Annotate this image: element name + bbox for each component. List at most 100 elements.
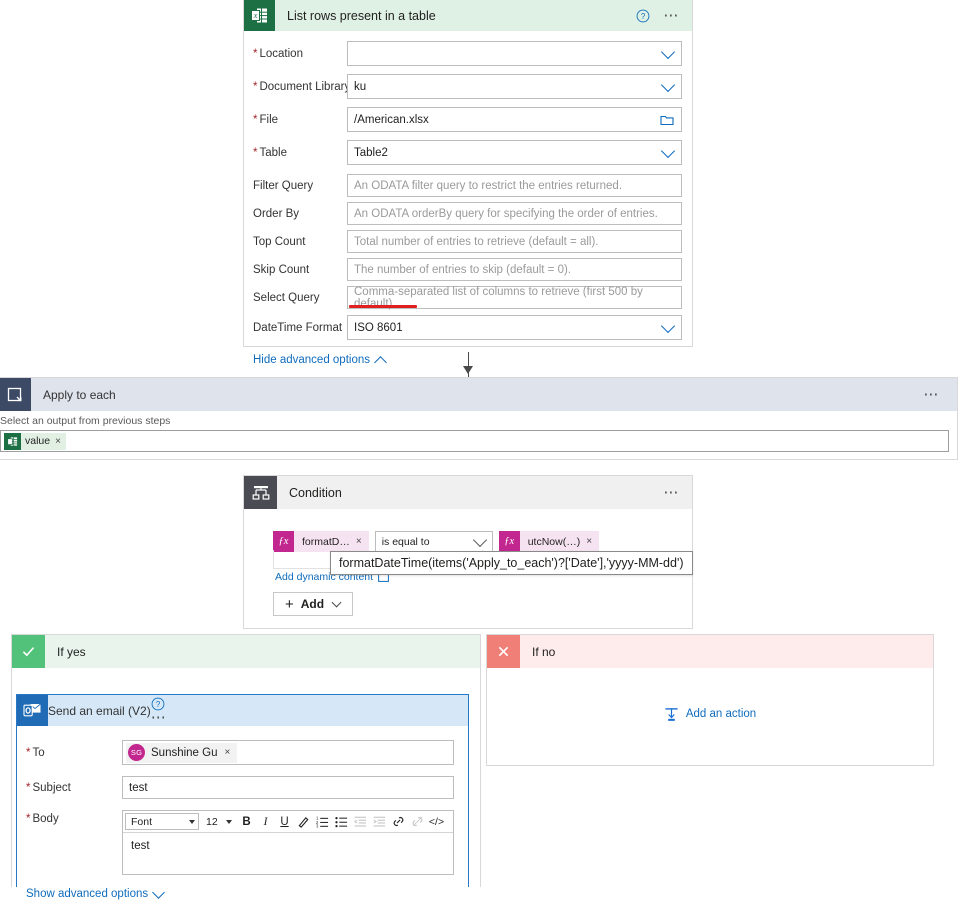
- condition-right-operand-token[interactable]: ƒx utcNow(…) ×: [498, 531, 600, 552]
- if-no-branch: If no Add an action: [486, 634, 934, 766]
- apply-to-each-title: Apply to each: [43, 387, 116, 402]
- condition-card-header[interactable]: Condition ⋯: [244, 476, 692, 509]
- token-label: value: [25, 435, 51, 447]
- add-an-action-label: Add an action: [685, 708, 757, 720]
- condition-operator-dropdown[interactable]: is equal to: [374, 531, 493, 552]
- code-view-icon[interactable]: </>: [427, 812, 446, 831]
- expression-tooltip: formatDateTime(items('Apply_to_each')?['…: [330, 551, 693, 575]
- filter-query-input[interactable]: An ODATA filter query to restrict the en…: [347, 174, 682, 197]
- bold-icon[interactable]: B: [237, 812, 256, 831]
- svg-text:?: ?: [156, 699, 161, 708]
- body-rich-text-editor[interactable]: Font 12 B I U 1 2 3 </> test: [122, 810, 454, 875]
- document-library-dropdown[interactable]: ku: [347, 74, 682, 99]
- chevron-down-icon: [331, 597, 342, 607]
- loop-icon: [0, 378, 31, 411]
- document-library-value: ku: [354, 80, 367, 93]
- to-recipients-input[interactable]: SG Sunshine Gu ×: [122, 740, 454, 765]
- file-input[interactable]: /American.xlsx: [347, 107, 682, 132]
- cross-icon: [487, 635, 520, 668]
- if-yes-header: If yes: [12, 635, 480, 668]
- check-icon: [12, 635, 45, 668]
- indent-icon: [370, 812, 389, 831]
- add-action-icon: [665, 707, 678, 721]
- apply-to-each-input[interactable]: value ×: [0, 430, 949, 452]
- expression-fx-icon: ƒx: [498, 531, 520, 552]
- remove-token-icon[interactable]: ×: [356, 536, 369, 547]
- field-label-skip-count: Skip Count: [253, 263, 310, 276]
- field-label-file: * File: [253, 113, 279, 126]
- unlink-icon: [408, 812, 427, 831]
- plus-icon: +: [285, 595, 294, 613]
- bulleted-list-icon[interactable]: [332, 812, 351, 831]
- show-advanced-options-link[interactable]: Show advanced options: [26, 885, 468, 900]
- more-options-icon[interactable]: ⋯: [663, 8, 680, 23]
- add-condition-button[interactable]: + Add: [273, 592, 353, 616]
- location-dropdown[interactable]: [347, 41, 682, 66]
- condition-row: ƒx formatD… × is equal to ƒx utcNow(…) ×: [273, 531, 692, 552]
- more-options-icon[interactable]: ⋯: [663, 485, 680, 500]
- body-text-value[interactable]: test: [123, 833, 453, 874]
- list-rows-card-header[interactable]: x List rows present in a table ? ⋯: [244, 0, 692, 31]
- more-options-icon[interactable]: ⋯: [923, 387, 940, 402]
- apply-to-each-header[interactable]: Apply to each ⋯: [0, 378, 957, 411]
- font-size-dropdown[interactable]: 12: [203, 813, 234, 830]
- table-dropdown[interactable]: Table2: [347, 140, 682, 165]
- excel-table-icon: x: [244, 0, 275, 31]
- italic-icon[interactable]: I: [256, 812, 275, 831]
- field-label-datetime-format: DateTime Format: [253, 321, 343, 334]
- rich-text-toolbar: Font 12 B I U 1 2 3 </>: [123, 811, 453, 833]
- add-an-action-button[interactable]: Add an action: [664, 707, 756, 722]
- field-label-filter-query: Filter Query: [253, 179, 314, 192]
- datetime-format-value: ISO 8601: [354, 321, 403, 334]
- filter-query-placeholder: An ODATA filter query to restrict the en…: [354, 179, 623, 192]
- field-label-to: * To: [26, 746, 45, 759]
- hide-advanced-options-label: Hide advanced options: [253, 354, 370, 366]
- field-label-location: * Location: [253, 47, 303, 60]
- hide-advanced-options-link[interactable]: Hide advanced options: [253, 354, 692, 369]
- field-label-top-count: Top Count: [253, 235, 306, 248]
- datetime-format-underline-annotation: [349, 305, 417, 308]
- font-family-dropdown[interactable]: Font: [125, 813, 199, 830]
- top-count-input[interactable]: Total number of entries to retrieve (def…: [347, 230, 682, 253]
- condition-left-operand-token[interactable]: ƒx formatD… ×: [273, 531, 369, 552]
- remove-recipient-icon[interactable]: ×: [225, 747, 238, 758]
- condition-branch-icon: [244, 476, 277, 509]
- font-family-label: Font: [131, 815, 153, 828]
- remove-token-icon[interactable]: ×: [55, 436, 66, 447]
- send-email-card-title: Send an email (V2): [48, 703, 151, 718]
- chevron-down-icon: [660, 318, 676, 333]
- help-icon[interactable]: ?: [636, 9, 650, 23]
- skip-count-input[interactable]: The number of entries to skip (default =…: [347, 258, 682, 281]
- svg-text:3: 3: [316, 824, 319, 828]
- connector-arrow-icon: [463, 366, 473, 374]
- field-label-order-by: Order By: [253, 207, 300, 220]
- datetime-format-dropdown[interactable]: ISO 8601: [347, 315, 682, 340]
- recipient-token[interactable]: SG Sunshine Gu ×: [126, 742, 238, 763]
- field-label-select-query: Select Query: [253, 291, 320, 304]
- skip-count-placeholder: The number of entries to skip (default =…: [354, 263, 572, 276]
- folder-picker-icon[interactable]: [660, 113, 674, 129]
- top-count-placeholder: Total number of entries to retrieve (def…: [354, 235, 599, 248]
- list-rows-card-title: List rows present in a table: [287, 8, 436, 23]
- underline-icon[interactable]: U: [275, 812, 294, 831]
- chevron-down-icon: [660, 143, 676, 158]
- order-by-placeholder: An ODATA orderBy query for specifying th…: [354, 207, 658, 220]
- svg-text:?: ?: [641, 11, 646, 20]
- more-options-icon[interactable]: ⋯: [151, 709, 168, 726]
- link-icon[interactable]: [389, 812, 408, 831]
- apply-to-each-card: Apply to each ⋯ Select an output from pr…: [0, 377, 958, 460]
- order-by-input[interactable]: An ODATA orderBy query for specifying th…: [347, 202, 682, 225]
- font-size-label: 12: [206, 815, 218, 828]
- text-color-icon[interactable]: [294, 812, 313, 831]
- send-email-card-header[interactable]: Send an email (V2) ? ⋯: [17, 695, 468, 726]
- add-button-label: Add: [300, 597, 325, 611]
- subject-value: test: [129, 781, 148, 794]
- chevron-down-icon: [226, 819, 232, 824]
- dynamic-content-token-value[interactable]: value ×: [4, 432, 66, 450]
- remove-token-icon[interactable]: ×: [586, 536, 599, 547]
- numbered-list-icon[interactable]: 1 2 3: [313, 812, 332, 831]
- file-value: /American.xlsx: [354, 113, 429, 126]
- excel-table-icon: [4, 432, 21, 450]
- subject-input[interactable]: test: [122, 776, 454, 799]
- recipient-name: Sunshine Gu: [151, 746, 218, 759]
